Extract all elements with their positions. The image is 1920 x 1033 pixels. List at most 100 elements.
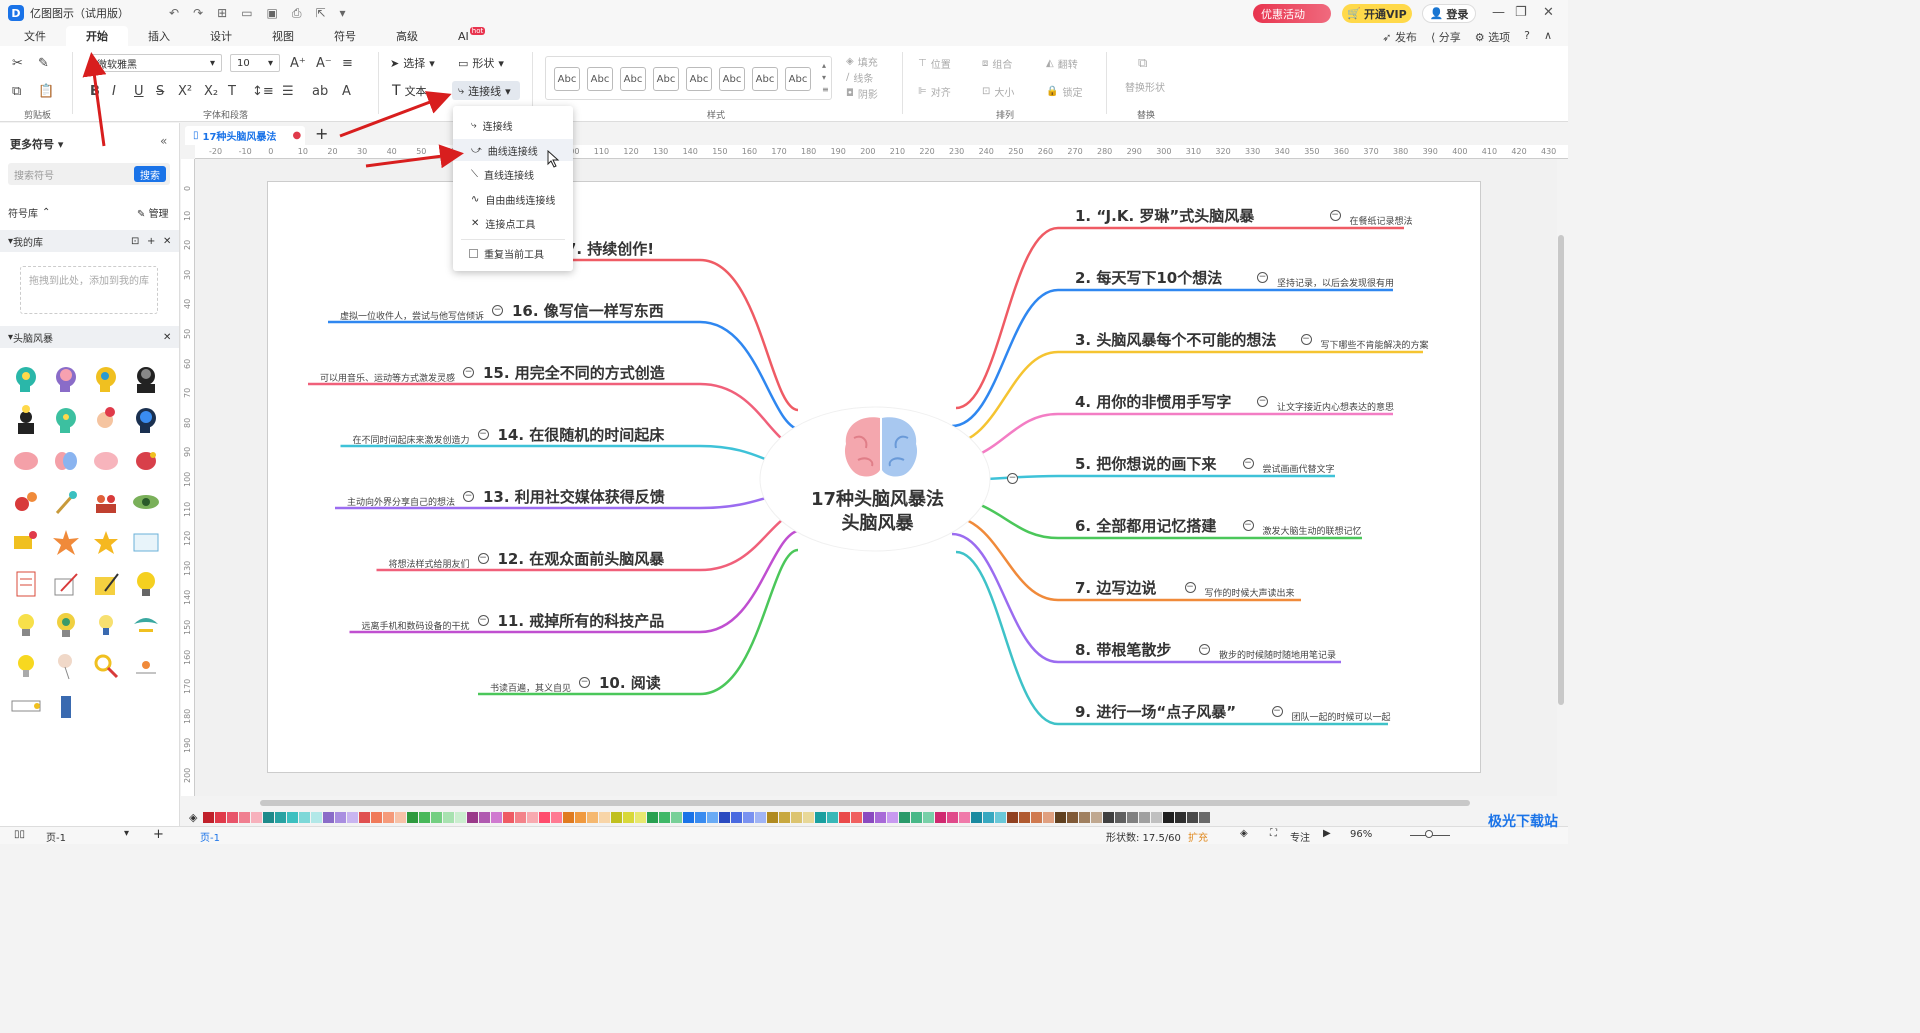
font-size-select[interactable]: 10 ▾	[230, 54, 280, 72]
brain-pink-icon[interactable]	[10, 445, 42, 477]
menu-item-freeform-connector[interactable]: ∿ 自由曲线连接线	[453, 188, 573, 210]
color-swatch[interactable]	[383, 811, 395, 823]
bulb-gear-icon[interactable]	[50, 609, 82, 641]
color-swatch[interactable]	[767, 811, 779, 823]
color-swatch[interactable]	[479, 811, 491, 823]
color-swatch[interactable]	[371, 811, 383, 823]
close-icon[interactable]: ✕	[163, 236, 171, 247]
topic-left-11[interactable]: 11. 戒掉所有的科技产品	[498, 610, 665, 631]
topic-right-2[interactable]: 2. 每天写下10个想法	[1075, 267, 1222, 288]
manage-button[interactable]: ✎ 管理	[137, 205, 169, 220]
superscript-icon[interactable]: X²	[178, 84, 192, 99]
person-idea-icon[interactable]	[10, 404, 42, 436]
topic-right-1[interactable]: 1. “J.K. 罗琳”式头脑风暴	[1075, 205, 1254, 226]
topic-right-9[interactable]: 9. 进行一场“点子风暴”	[1075, 701, 1236, 722]
color-swatch[interactable]	[359, 811, 371, 823]
chevron-down-icon[interactable]: ▾	[124, 828, 129, 839]
topic-right-7[interactable]: 7. 边写边说	[1075, 577, 1156, 598]
color-swatch[interactable]	[863, 811, 875, 823]
whiteboard-icon[interactable]	[130, 527, 162, 559]
color-swatch[interactable]	[1187, 811, 1199, 823]
collapse-icon[interactable]: −	[463, 367, 474, 378]
color-swatch[interactable]	[1091, 811, 1103, 823]
line-button[interactable]: ∕ 线条	[846, 70, 873, 85]
page-selector[interactable]: 页-1	[46, 829, 66, 844]
color-swatch[interactable]	[263, 811, 275, 823]
strikethrough-icon[interactable]: S	[156, 84, 164, 99]
topic-right-8[interactable]: 8. 带根笔散步	[1075, 639, 1171, 660]
style-swatch[interactable]: Abc	[785, 67, 811, 91]
collapse-panel-icon[interactable]: «	[160, 134, 167, 148]
color-swatch[interactable]	[503, 811, 515, 823]
dandelion-icon[interactable]	[50, 650, 82, 682]
color-swatch[interactable]	[575, 811, 587, 823]
color-swatch[interactable]	[335, 811, 347, 823]
color-swatch[interactable]	[1055, 811, 1067, 823]
restore-icon[interactable]: ❐	[1515, 5, 1527, 20]
vertical-scrollbar[interactable]	[1558, 235, 1564, 705]
page-tab[interactable]: 页-1	[200, 829, 220, 844]
scroll-down-icon[interactable]: ▾	[822, 73, 826, 82]
gears-icon[interactable]	[10, 486, 42, 518]
color-swatch[interactable]	[635, 811, 647, 823]
add-page-button[interactable]: +	[153, 827, 164, 842]
topic-left-14[interactable]: 14. 在很随机的时间起床	[498, 424, 665, 445]
color-swatch[interactable]	[1175, 811, 1187, 823]
color-swatch[interactable]	[287, 811, 299, 823]
focus-icon[interactable]: ⛶	[1270, 828, 1277, 839]
head-teal-icon[interactable]	[50, 404, 82, 436]
minimize-icon[interactable]: —	[1492, 5, 1505, 20]
tab-file[interactable]: 文件	[4, 26, 66, 46]
color-swatch[interactable]	[1139, 811, 1151, 823]
collapse-icon[interactable]: −	[1184, 582, 1196, 593]
tab-advanced[interactable]: 高级	[376, 26, 438, 46]
explosion-icon[interactable]	[50, 527, 82, 559]
text-tool-button[interactable]: T 文本	[392, 83, 427, 99]
bulb-yellow-icon[interactable]	[10, 650, 42, 682]
bird-icon[interactable]	[130, 609, 162, 641]
expand-button[interactable]: 扩充	[1188, 829, 1208, 844]
topic-right-6[interactable]: 6. 全部都用记忆搭建	[1075, 515, 1216, 536]
color-swatch[interactable]	[395, 811, 407, 823]
color-swatch[interactable]	[1151, 811, 1163, 823]
checklist-icon[interactable]	[10, 568, 42, 600]
topic-left-12[interactable]: 12. 在观众面前头脑风暴	[498, 548, 665, 569]
subscript-icon[interactable]: X₂	[204, 84, 218, 99]
color-swatch[interactable]	[683, 811, 695, 823]
open-folder-icon[interactable]: ▭	[241, 6, 252, 21]
speech-idea-icon[interactable]	[10, 527, 42, 559]
color-swatch[interactable]	[947, 811, 959, 823]
color-swatch[interactable]	[1031, 811, 1043, 823]
color-swatch[interactable]	[215, 811, 227, 823]
publish-button[interactable]: ➶ 发布	[1382, 29, 1417, 45]
tab-ai[interactable]: AI hot	[438, 26, 505, 46]
collapse-icon[interactable]: −	[492, 305, 503, 316]
input-box-icon[interactable]	[10, 691, 42, 723]
my-library-header[interactable]: ▾ 我的库 ⊡ + ✕	[0, 230, 179, 252]
text-case-icon[interactable]: T	[228, 84, 236, 99]
color-swatch[interactable]	[899, 811, 911, 823]
color-swatch[interactable]	[755, 811, 767, 823]
checkbox-icon[interactable]	[469, 248, 478, 258]
eye-icon[interactable]	[130, 486, 162, 518]
style-swatch[interactable]: Abc	[587, 67, 613, 91]
collapse-icon[interactable]: −	[477, 553, 489, 564]
style-swatch[interactable]: Abc	[653, 67, 679, 91]
collapse-icon[interactable]: −	[463, 491, 474, 502]
topic-left-13[interactable]: 13. 利用社交媒体获得反馈	[483, 486, 665, 507]
italic-icon[interactable]: I	[112, 84, 116, 99]
tab-view[interactable]: 视图	[252, 26, 314, 46]
brain-red-icon[interactable]	[130, 445, 162, 477]
bullets-icon[interactable]: ☰	[282, 84, 294, 99]
color-swatch[interactable]	[851, 811, 863, 823]
style-swatch[interactable]: Abc	[686, 67, 712, 91]
font-color-icon[interactable]: A	[342, 84, 351, 99]
copy-icon[interactable]: ⧉	[12, 84, 21, 99]
collapse-icon[interactable]: −	[477, 615, 489, 626]
collapse-icon[interactable]: −	[1257, 272, 1268, 283]
page-layout-icon[interactable]: ▯▯	[14, 829, 25, 840]
flip-button[interactable]: ◭ 翻转	[1046, 56, 1078, 71]
customize-icon[interactable]: ▾	[340, 6, 346, 21]
cut-icon[interactable]: ✂	[12, 56, 23, 71]
color-swatch[interactable]	[935, 811, 947, 823]
